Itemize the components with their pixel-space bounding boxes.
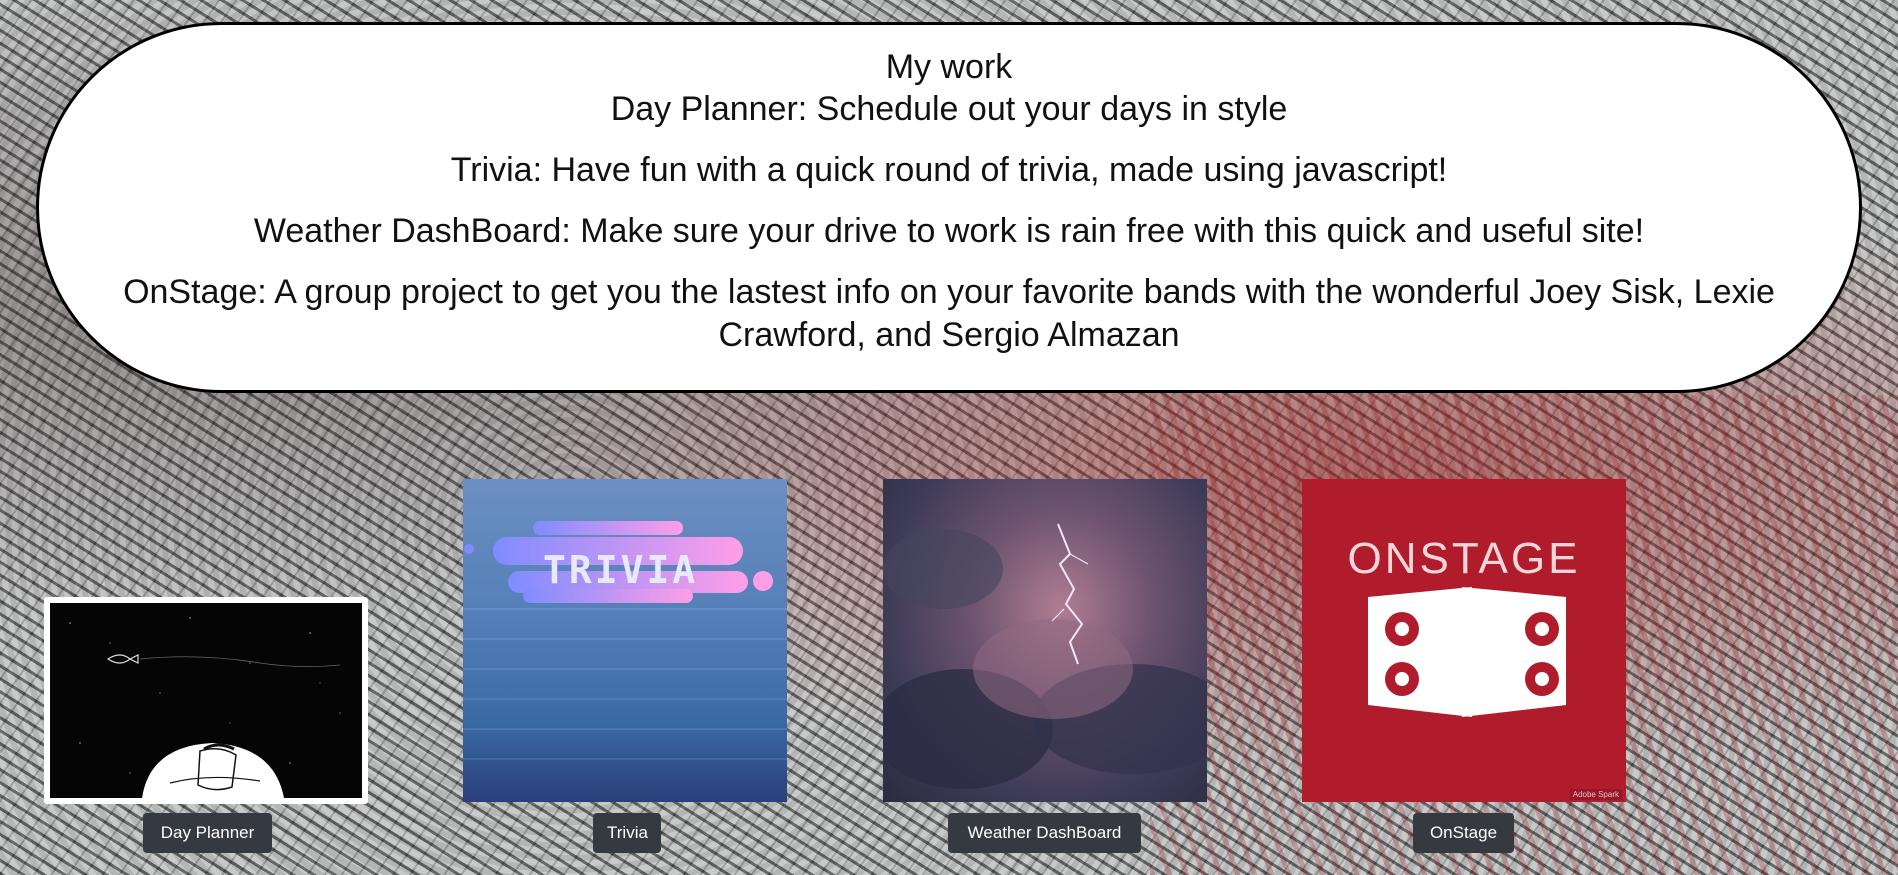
page-title: My work (885, 48, 1013, 86)
onstage-button[interactable]: OnStage (1413, 813, 1514, 853)
description-weather-dashboard: Weather DashBoard: Make sure your drive … (253, 212, 1645, 250)
speakers-icon (1368, 587, 1566, 717)
onstage-image[interactable]: ONSTAGE Adobe Spark (1302, 479, 1626, 802)
lightning-storm-icon (883, 523, 1207, 789)
description-day-planner: Day Planner: Schedule out your days in s… (610, 90, 1288, 128)
moon-sleeper-illustration (50, 603, 362, 798)
description-onstage: OnStage: A group project to get you the … (123, 273, 1775, 354)
header-banner: My work Day Planner: Schedule out your d… (36, 22, 1862, 393)
trivia-image[interactable]: TRIVIA (463, 479, 787, 802)
trivia-logo-text: TRIVIA (543, 548, 699, 592)
trivia-button[interactable]: Trivia (593, 813, 661, 853)
adobe-spark-badge: Adobe Spark (1569, 789, 1622, 800)
sleeper-icon (69, 617, 341, 798)
day-planner-image[interactable] (44, 597, 368, 804)
day-planner-button[interactable]: Day Planner (143, 813, 272, 853)
trivia-logo-icon (463, 521, 787, 760)
description-trivia: Trivia: Have fun with a quick round of t… (450, 151, 1448, 189)
weather-dashboard-image[interactable] (883, 479, 1207, 802)
weather-dashboard-button[interactable]: Weather DashBoard (948, 813, 1141, 853)
